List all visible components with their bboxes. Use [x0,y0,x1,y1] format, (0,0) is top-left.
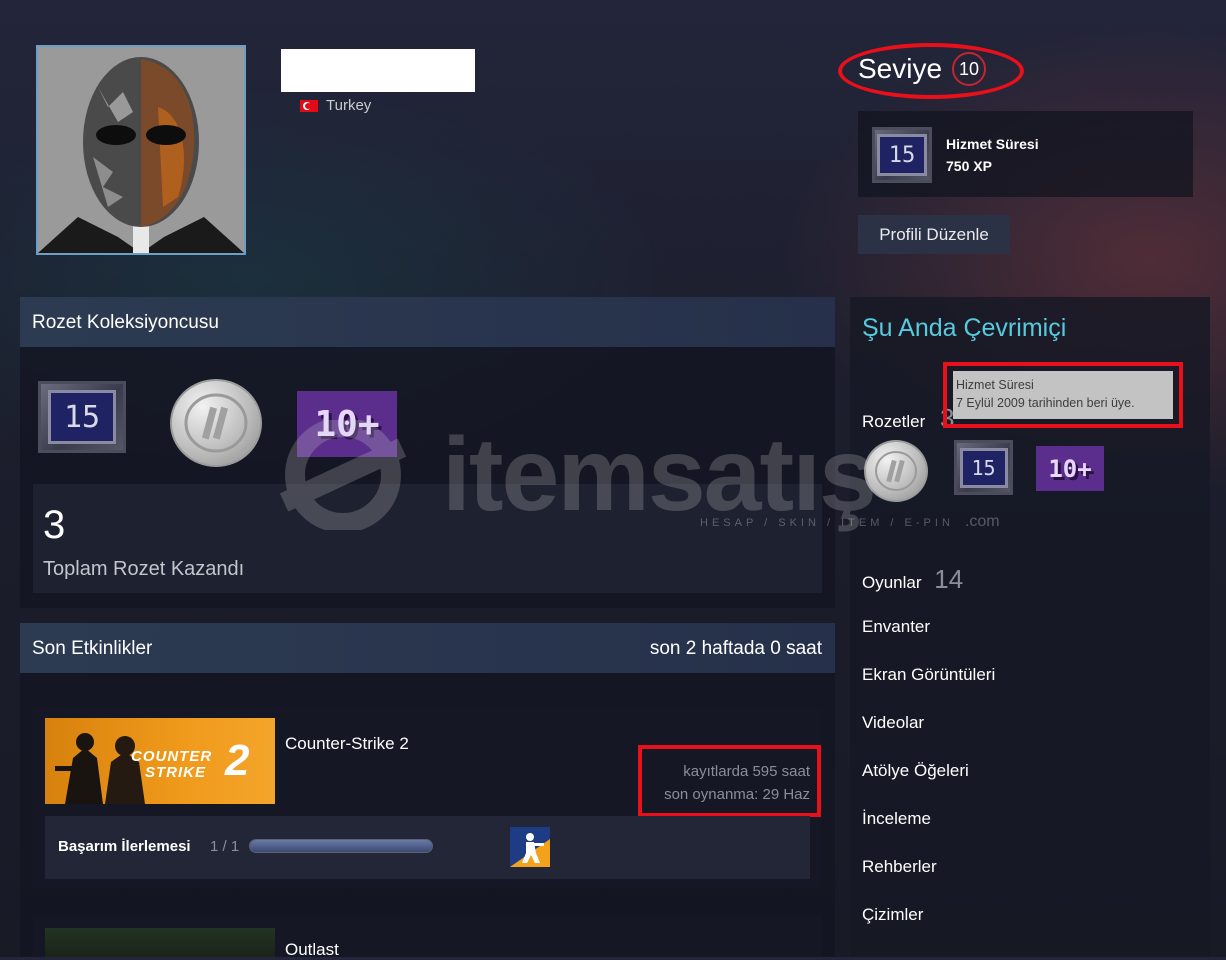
watermark-subtext: HESAP / SKIN / ITEM / E-PIN .com [700,513,1000,531]
cs-soldier-icon [510,827,550,867]
badge-15-label: 15 [48,390,116,444]
game-title-outlast[interactable]: Outlast [285,940,339,960]
achievement-progress-fill [250,840,432,852]
silver-coin-badge-icon[interactable] [170,379,262,467]
badge-total-count: 3 [43,503,66,547]
sidebar-coin-badge-icon[interactable] [864,440,928,502]
profile-avatar[interactable] [36,45,246,255]
sidebar-videos-link[interactable]: Videolar [862,713,924,733]
sidebar-reviews-link[interactable]: İnceleme [862,809,931,829]
achievement-icon[interactable] [510,827,550,867]
sidebar-guides-link[interactable]: Rehberler [862,857,937,877]
xp-badge-value: 750 XP [946,158,992,174]
cs2-logo-line2: STRIKE [145,764,207,781]
sidebar-games-link[interactable]: Oyunlar 14 [862,564,963,595]
games-count: 14 [934,564,964,594]
watermark-sub: HESAP / SKIN / ITEM / E-PIN [700,517,954,529]
badge-collector-title: Rozet Koleksiyoncusu [32,312,219,333]
recent-activity-title: Son Etkinlikler [32,638,153,659]
sidebar-inventory-link[interactable]: Envanter [862,617,930,637]
xp-badge-icon[interactable]: 15 [872,127,932,183]
game-title-cs2[interactable]: Counter-Strike 2 [285,734,409,754]
highlight-ellipse [838,43,1024,99]
country-name: Turkey [326,97,372,114]
badge-total-label: Toplam Rozet Kazandı [43,558,245,580]
badge-15-label: 15 [877,134,927,176]
badges-label: Rozetler [862,412,926,431]
outlast-capsule-image[interactable] [45,928,275,957]
cs2-logo-line1: COUNTER [131,748,213,765]
achievement-progress-track [249,839,433,853]
profile-name-redacted [281,49,475,92]
highlight-box-tooltip [943,362,1183,428]
sidebar-10-plus-badge-icon[interactable]: 10+ [1036,446,1104,491]
sidebar-workshop-link[interactable]: Atölye Öğeleri [862,761,969,781]
cs2-capsule-image[interactable]: COUNTER STRIKE 2 [45,718,275,804]
highlight-box-playtime [638,745,821,817]
masked-avatar-image [38,47,244,253]
online-status: Şu Anda Çevrimiçi [862,314,1067,342]
watermark-domain: .com [964,513,1000,530]
xp-badge-title: Hizmet Süresi [946,136,1039,152]
country-row: Turkey [300,97,371,114]
coin-emblem-icon [184,393,248,453]
cs2-logo-number: 2 [225,736,250,785]
sidebar-artwork-link[interactable]: Çizimler [862,905,923,925]
sidebar-badges-link[interactable]: Rozetler 3 [862,403,955,434]
recent-activity-summary: son 2 haftada 0 saat [649,638,822,659]
sidebar-years-badge-icon[interactable]: 15 [954,440,1013,495]
edit-profile-button[interactable]: Profili Düzenle [858,215,1010,254]
badge-years-of-service-icon[interactable]: 15 [38,381,126,453]
turkey-flag-icon [300,99,318,112]
coin-emblem-icon [875,451,917,491]
achievement-label: Başarım İlerlemesi [58,838,191,855]
sidebar-screenshots-link[interactable]: Ekran Görüntüleri [862,665,995,685]
badge-15-label: 15 [959,447,1008,488]
games-label: Oyunlar [862,573,922,592]
achievement-count: 1 / 1 [210,838,240,855]
badge-games-10-plus-icon[interactable]: 10+ [297,391,397,457]
